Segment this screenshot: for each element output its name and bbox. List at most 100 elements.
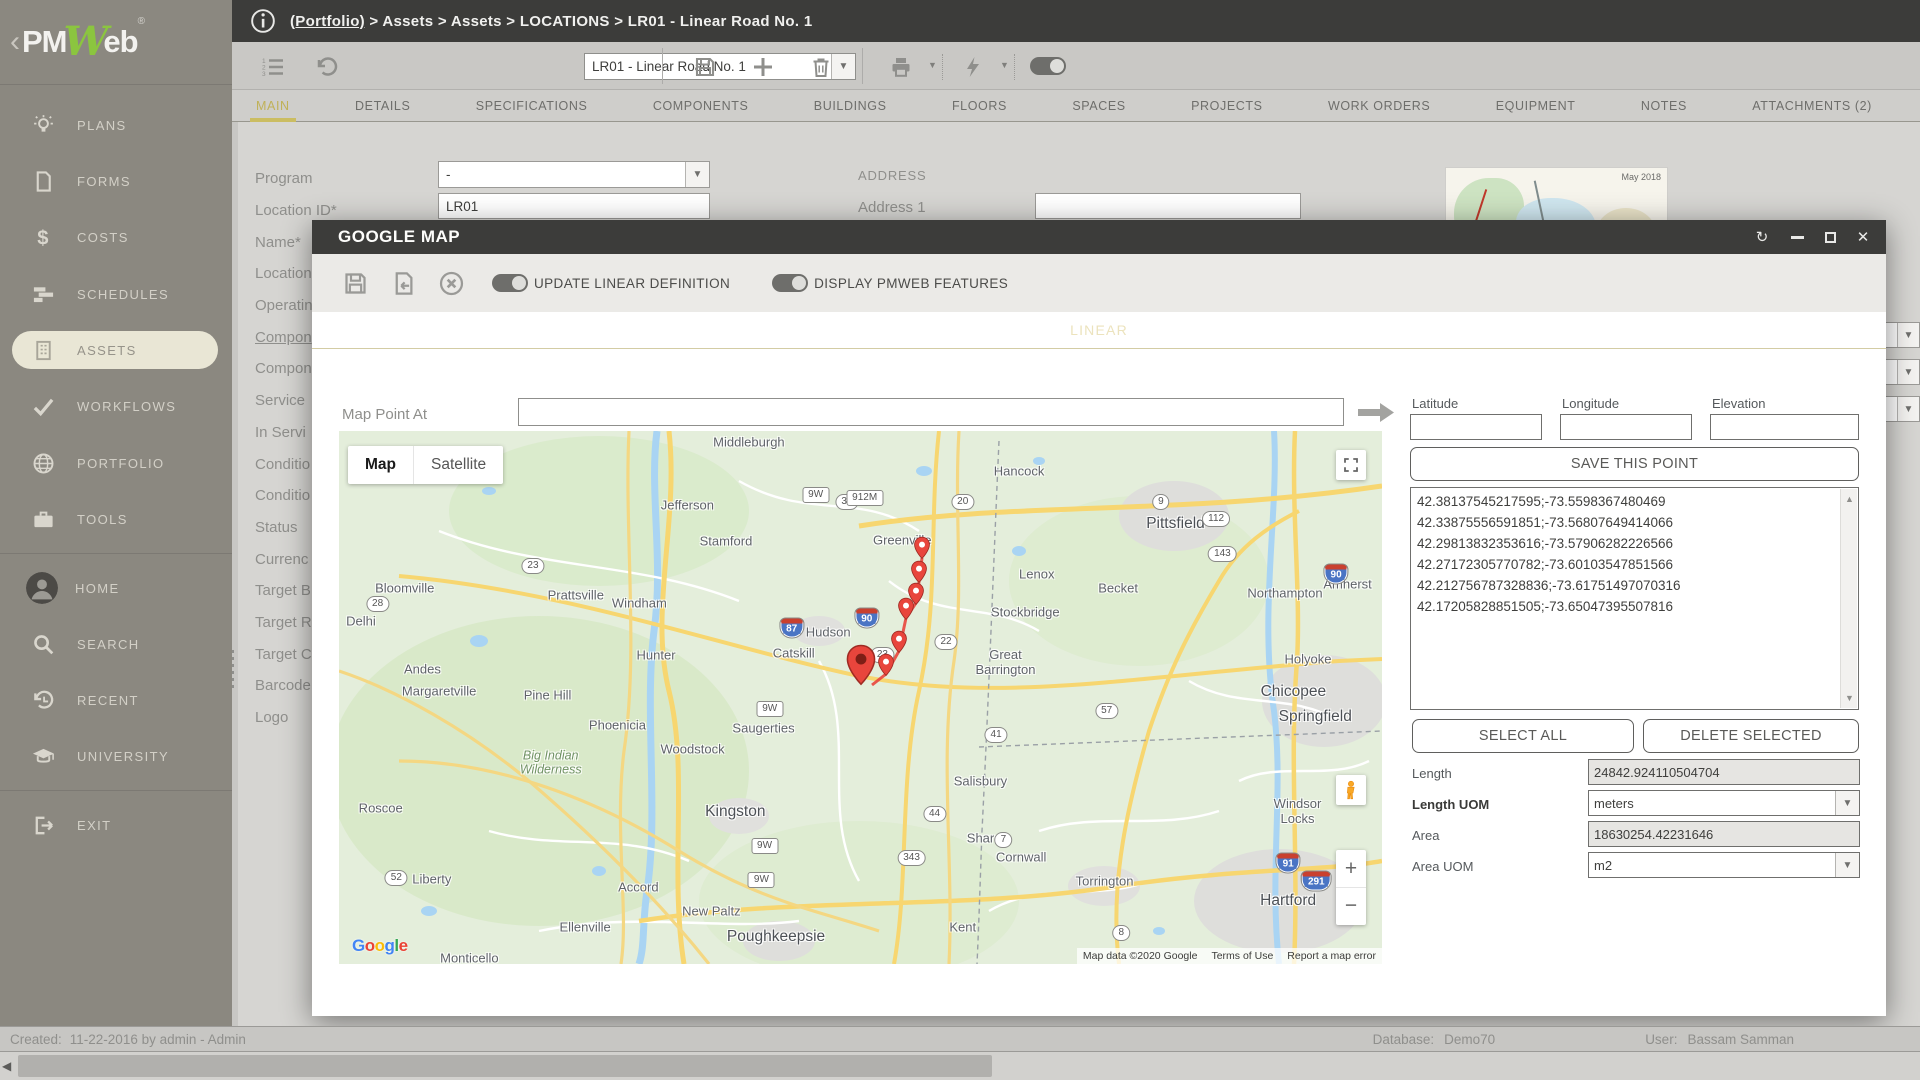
sidebar-item-recent[interactable]: RECENT [12, 681, 218, 719]
scroll-up-icon[interactable]: ▲ [1841, 491, 1858, 507]
area-uom-dropdown[interactable]: m2 ▼ [1588, 852, 1860, 878]
sidebar-item-home[interactable]: HOME [12, 569, 218, 607]
display-pmweb-features-toggle[interactable] [772, 274, 809, 292]
latitude-input[interactable] [1410, 414, 1542, 440]
tab-attachments[interactable]: ATTACHMENTS (2) [1746, 91, 1878, 121]
toolbar-toggle[interactable] [1030, 57, 1066, 75]
map-marker-pin[interactable] [845, 643, 876, 685]
map-marker-pin[interactable] [914, 536, 931, 559]
sidebar-item-assets[interactable]: ASSETS [12, 331, 218, 369]
sidebar-item-label: SCHEDULES [77, 286, 170, 302]
sidebar-item-portfolio[interactable]: PORTFOLIO [12, 444, 218, 482]
sidebar-item-plans[interactable]: PLANS [12, 106, 218, 144]
sidebar-item-workflows[interactable]: WORKFLOWS [12, 387, 218, 425]
form-field-label: Location [255, 265, 312, 283]
refresh-icon[interactable]: ↻ [1747, 220, 1777, 254]
clipped-dropdown-fragment[interactable]: ▼ [1886, 359, 1920, 385]
tab-buildings[interactable]: BUILDINGS [808, 91, 893, 121]
program-dropdown[interactable]: - ▼ [438, 161, 710, 188]
address1-input[interactable] [1035, 193, 1301, 219]
lightning-dropdown-caret[interactable]: ▼ [1000, 60, 1009, 70]
pmweb-logo[interactable]: ‹ PM Web ® [10, 14, 220, 70]
form-row: Program [255, 163, 425, 195]
update-linear-definition-label: UPDATE LINEAR DEFINITION [534, 275, 731, 291]
tab-spaces[interactable]: SPACES [1066, 91, 1131, 121]
zoom-out-button[interactable]: − [1336, 887, 1366, 924]
save-this-point-button[interactable]: SAVE THIS POINT [1410, 447, 1859, 481]
fullscreen-button[interactable] [1336, 450, 1366, 480]
google-map-canvas[interactable]: Middleburgh Hancock Jefferson Pittsfield Sta… [339, 431, 1382, 964]
sidebar-item-schedules[interactable]: SCHEDULES [12, 275, 218, 313]
clipped-dropdown-fragment[interactable]: ▼ [1886, 396, 1920, 422]
map-type-control: Map Satellite [348, 446, 504, 484]
tab-specifications[interactable]: SPECIFICATIONS [470, 91, 594, 121]
tab-notes[interactable]: NOTES [1635, 91, 1693, 121]
tab-floors[interactable]: FLOORS [946, 91, 1013, 121]
report-map-error-link[interactable]: Report a map error [1287, 950, 1376, 962]
sidebar-item-costs[interactable]: $ COSTS [12, 218, 218, 256]
map-marker-pin[interactable] [898, 597, 915, 620]
tab-main[interactable]: MAIN [250, 91, 296, 122]
lightning-actions-icon[interactable] [958, 53, 988, 81]
elevation-input[interactable] [1710, 414, 1859, 440]
maximize-icon[interactable] [1815, 220, 1845, 254]
tab-linear[interactable]: LINEAR [1070, 322, 1128, 338]
dialog-titlebar[interactable]: GOOGLE MAP ↻ ✕ [312, 220, 1886, 254]
form-field-label: Service [255, 392, 306, 410]
undo-history-icon[interactable] [312, 53, 342, 81]
close-icon[interactable]: ✕ [1848, 220, 1878, 254]
map-marker-pin[interactable] [891, 630, 908, 653]
save-icon[interactable] [340, 268, 370, 298]
form-field-label: Barcode [255, 677, 311, 695]
breadcrumb-portfolio-link[interactable]: (Portfolio) [290, 13, 365, 30]
tab-equipment[interactable]: EQUIPMENT [1490, 91, 1582, 121]
longitude-label: Longitude [1562, 396, 1620, 411]
print-dropdown-caret[interactable]: ▼ [928, 60, 937, 70]
go-arrow-icon[interactable] [1356, 400, 1396, 425]
tab-projects[interactable]: PROJECTS [1185, 91, 1268, 121]
scroll-down-icon[interactable]: ▼ [1841, 690, 1858, 706]
cancel-icon[interactable] [436, 268, 466, 298]
print-icon[interactable] [886, 53, 916, 81]
map-marker-pin[interactable] [877, 653, 894, 676]
clipped-dropdown-fragment[interactable]: ▼ [1886, 322, 1920, 348]
sidebar-item-forms[interactable]: FORMS [12, 162, 218, 200]
pegman-streetview-control[interactable] [1336, 775, 1366, 805]
sidebar-item-search[interactable]: SEARCH [12, 625, 218, 663]
search-icon [26, 632, 60, 656]
export-icon[interactable] [388, 268, 418, 298]
length-uom-dropdown[interactable]: meters ▼ [1588, 790, 1860, 816]
tab-details[interactable]: DETAILS [349, 91, 416, 121]
tab-components[interactable]: COMPONENTS [647, 91, 755, 121]
record-tabs: MAIN DETAILS SPECIFICATIONS COMPONENTS B… [232, 90, 1920, 122]
coordinates-listbox[interactable]: 42.38137545217595;-73.5598367480469 42.3… [1410, 487, 1859, 710]
select-all-button[interactable]: SELECT ALL [1412, 719, 1634, 753]
list-view-icon[interactable]: 123 [258, 53, 288, 81]
delete-selected-button[interactable]: DELETE SELECTED [1643, 719, 1859, 753]
sidebar-item-exit[interactable]: EXIT [12, 806, 218, 844]
zoom-in-button[interactable]: + [1336, 850, 1366, 887]
map-type-map-button[interactable]: Map [348, 446, 413, 484]
delete-trash-icon[interactable] [806, 53, 836, 81]
longitude-input[interactable] [1560, 414, 1692, 440]
tab-work-orders[interactable]: WORK ORDERS [1322, 91, 1436, 121]
coordinates-scrollbar[interactable]: ▲ ▼ [1840, 489, 1857, 708]
length-value-field: 24842.924110504704 [1588, 759, 1860, 785]
save-icon[interactable] [690, 53, 720, 81]
sidebar-item-university[interactable]: UNIVERSITY [12, 737, 218, 775]
map-marker-pin[interactable] [910, 561, 927, 584]
form-field-label: Compon [255, 360, 312, 378]
scroll-left-icon[interactable]: ◀ [2, 1059, 11, 1073]
update-linear-definition-toggle[interactable] [492, 274, 528, 292]
map-type-satellite-button[interactable]: Satellite [413, 446, 503, 484]
horizontal-scrollbar-handle[interactable] [18, 1055, 992, 1077]
info-icon[interactable] [250, 8, 276, 34]
horizontal-scrollbar[interactable]: ◀ [0, 1052, 1920, 1080]
sidebar-item-tools[interactable]: TOOLS [12, 500, 218, 538]
minimize-icon[interactable] [1782, 220, 1812, 254]
google-logo[interactable]: Google [352, 936, 408, 956]
location-id-input[interactable]: LR01 [438, 193, 710, 219]
map-point-at-input[interactable] [518, 398, 1344, 426]
add-icon[interactable] [748, 53, 778, 81]
terms-of-use-link[interactable]: Terms of Use [1211, 950, 1273, 962]
